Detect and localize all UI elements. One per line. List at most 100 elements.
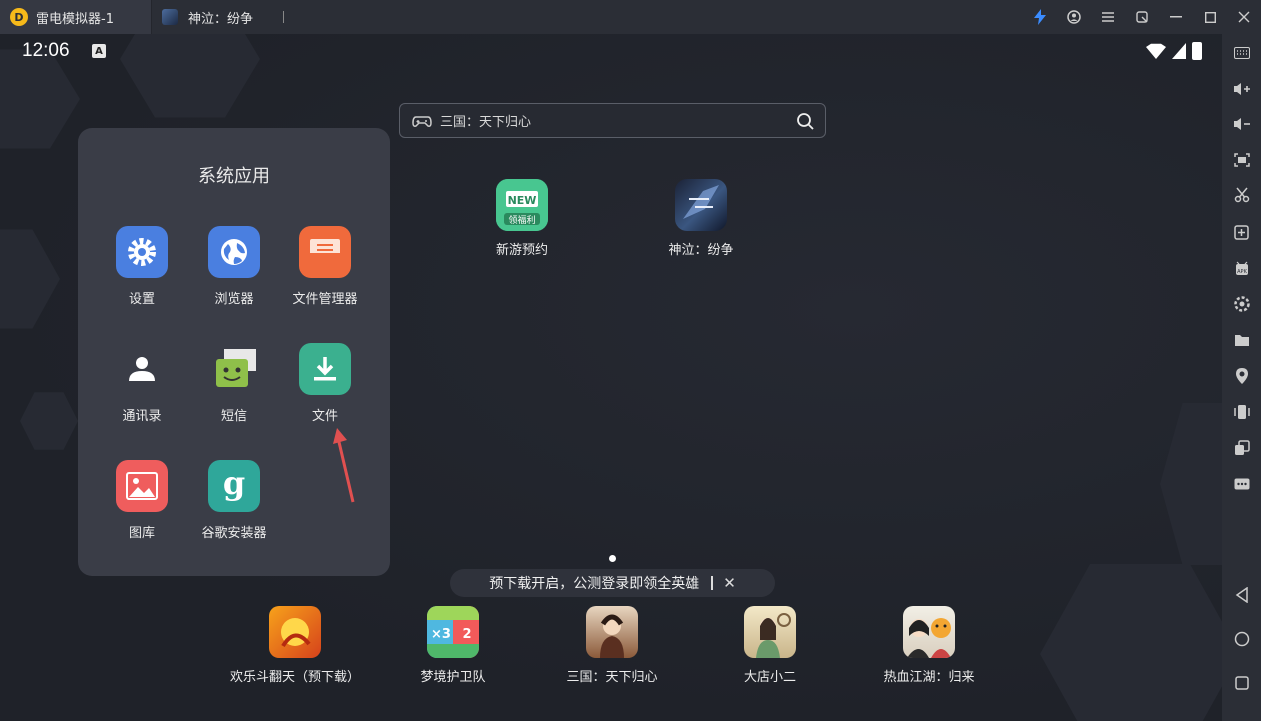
folder-title: 系统应用 [198, 166, 270, 187]
background-hexagon [1160, 403, 1222, 565]
background-hexagon [0, 229, 60, 329]
window-actions [1023, 0, 1261, 34]
home-icon[interactable] [1222, 624, 1261, 654]
desktop-app-new-games[interactable]: NEW 领福利 新游预约 [467, 179, 577, 258]
tab-divider [283, 11, 285, 23]
app-file-manager[interactable]: 文件管理器 [279, 226, 371, 307]
shake-icon[interactable] [1222, 397, 1261, 427]
back-icon[interactable] [1222, 580, 1261, 610]
ldplayer-logo-icon: D [10, 8, 28, 26]
dock-app-sanguo[interactable]: 三国：天下归心 [537, 606, 687, 685]
banner-divider [711, 576, 714, 590]
sanguo-game-icon [586, 606, 638, 658]
recents-icon[interactable] [1222, 668, 1261, 698]
app-label: 热血江湖：归来 [883, 670, 975, 685]
app-label: 文件 [311, 409, 338, 424]
maximize-icon[interactable] [1193, 0, 1227, 34]
dadian-game-icon [744, 606, 796, 658]
app-sms[interactable]: 短信 [188, 343, 280, 424]
title-bar: D 雷电模拟器-1 神泣：纷争 [0, 0, 1261, 34]
folder-icon[interactable] [1222, 325, 1261, 355]
promo-banner[interactable]: 预下载开启，公测登录即领全英雄 ✕ [450, 569, 775, 597]
volume-up-icon[interactable] [1222, 74, 1261, 104]
promo-text: 预下载开启，公测登录即领全英雄 [489, 576, 700, 592]
page-indicator [609, 555, 616, 562]
status-bar: 12:06 A [0, 34, 1222, 70]
dock-app-huanle[interactable]: 欢乐斗翻天（预下载） [220, 606, 370, 685]
app-settings[interactable]: 设置 [96, 226, 188, 307]
multi-window-icon[interactable] [1222, 433, 1261, 463]
app-label: 图库 [128, 526, 155, 541]
svg-text:领福利: 领福利 [508, 214, 535, 226]
app-label: 浏览器 [214, 292, 254, 307]
emulator-window: D 雷电模拟器-1 神泣：纷争 12:06 A 三国：天下归心 系统应用 设置 … [0, 0, 1261, 721]
settings-icon [116, 226, 168, 278]
restore-mini-icon[interactable] [1125, 0, 1159, 34]
app-label: 通讯录 [122, 409, 162, 424]
search-bar[interactable]: 三国：天下归心 [399, 103, 826, 138]
dock-app-mengjing[interactable]: ×3 2 梦境护卫队 [378, 606, 528, 685]
location-icon[interactable] [1222, 361, 1261, 391]
app-files[interactable]: 文件 [279, 343, 371, 424]
app-contacts[interactable]: 通讯录 [96, 343, 188, 424]
bolt-icon[interactable] [1023, 0, 1057, 34]
dock-app-rexue[interactable]: 热血江湖：归来 [854, 606, 1004, 685]
scissors-icon[interactable] [1222, 180, 1261, 210]
gamepad-icon [412, 115, 432, 127]
dock-app-dadian[interactable]: 大店小二 [695, 606, 845, 685]
menu-icon[interactable] [1091, 0, 1125, 34]
add-window-icon[interactable] [1222, 217, 1261, 247]
game-tab-icon [162, 9, 178, 25]
tab-game-label: 神泣：纷争 [188, 11, 254, 27]
battery-icon [1192, 42, 1202, 60]
file-manager-icon [299, 226, 351, 278]
app-label: 短信 [220, 409, 247, 424]
app-label: 文件管理器 [292, 292, 358, 307]
minimize-icon[interactable] [1159, 0, 1193, 34]
system-icons [1146, 42, 1202, 60]
close-icon[interactable] [1227, 0, 1261, 34]
screenshot-icon[interactable] [1222, 145, 1261, 175]
huanle-game-icon [269, 606, 321, 658]
keyboard-icon[interactable] [1222, 38, 1261, 68]
clock: 12:06 [22, 40, 70, 61]
desktop-app-shenqi[interactable]: 神泣：纷争 [646, 179, 756, 258]
emulator-sidebar: APK [1222, 34, 1261, 721]
app-label: 新游预约 [495, 243, 548, 258]
tab-emulator[interactable]: D 雷电模拟器-1 [0, 0, 152, 34]
app-label: 设置 [128, 292, 155, 307]
more-icon[interactable] [1222, 469, 1261, 499]
svg-text:2: 2 [462, 627, 471, 642]
google-installer-icon: g [208, 460, 260, 512]
apk-icon[interactable]: APK [1222, 253, 1261, 283]
svg-text:g: g [223, 466, 245, 502]
app-label: 神泣：纷争 [668, 243, 734, 258]
search-icon[interactable] [795, 111, 815, 131]
app-label: 大店小二 [743, 670, 796, 685]
settings-gear-icon[interactable] [1222, 289, 1261, 319]
account-icon[interactable] [1057, 0, 1091, 34]
app-label: 谷歌安装器 [201, 526, 267, 541]
sms-icon [208, 343, 260, 395]
gallery-icon [116, 460, 168, 512]
search-input[interactable]: 三国：天下归心 [440, 111, 795, 130]
app-browser[interactable]: 浏览器 [188, 226, 280, 307]
svg-text:×3: ×3 [431, 627, 451, 642]
rexue-game-icon [903, 606, 955, 658]
volume-down-icon[interactable] [1222, 109, 1261, 139]
app-google-installer[interactable]: g 谷歌安装器 [188, 460, 280, 541]
close-banner-icon[interactable]: ✕ [723, 574, 736, 592]
keyboard-badge-icon: A [92, 44, 106, 58]
new-games-icon: NEW 领福利 [496, 179, 548, 231]
app-label: 欢乐斗翻天（预下载） [229, 670, 360, 685]
signal-icon [1172, 43, 1186, 59]
wifi-icon [1146, 43, 1166, 59]
red-arrow-icon [333, 428, 355, 503]
download-icon [299, 343, 351, 395]
background-hexagon [20, 392, 78, 450]
app-gallery[interactable]: 图库 [96, 460, 188, 541]
tab-game[interactable]: 神泣：纷争 [152, 0, 294, 34]
background-hexagon [1040, 564, 1222, 721]
shenqi-game-icon [675, 179, 727, 231]
browser-icon [208, 226, 260, 278]
